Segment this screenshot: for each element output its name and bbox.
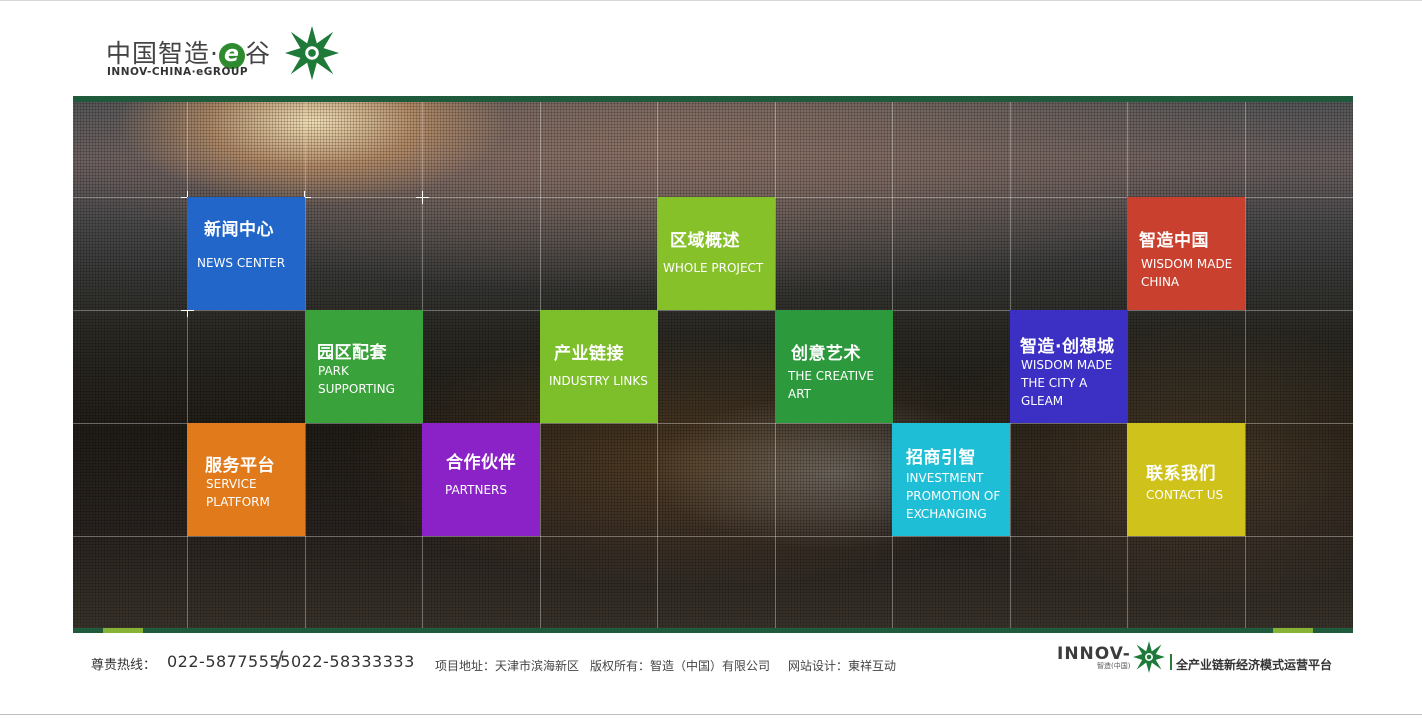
brand-subtext: 智造(中国) — [1097, 662, 1131, 670]
phone-number: 022-58333333 — [291, 652, 415, 671]
tile-en-label: THE CREATIVE ART — [788, 369, 874, 401]
tile-cn-label: 新闻中心 — [204, 220, 274, 240]
tile-cn-label: 智造·创想城 — [1020, 337, 1115, 357]
grid-line — [1245, 102, 1246, 628]
tile-partners[interactable]: 合作伙伴 PARTNERS — [422, 423, 540, 536]
logo-en-text: INNOV-CHINA·eGROUP — [107, 66, 249, 78]
tile-cn-label: 园区配套 — [317, 343, 387, 363]
hotline-label: 尊贵热线： — [91, 658, 157, 673]
tile-cn-label: 产业链接 — [554, 344, 624, 364]
green-star-icon — [1133, 641, 1165, 673]
tile-cn-label: 创意艺术 — [791, 344, 861, 364]
tile-en-label: INVESTMENT PROMOTION OF EXCHANGING — [906, 471, 1001, 521]
tile-en-label: PARTNERS — [445, 483, 507, 497]
grid-line — [187, 102, 188, 628]
tile-en-label: WHOLE PROJECT — [663, 261, 764, 275]
brand-divider — [1170, 654, 1172, 670]
tile-en-label: CONTACT US — [1146, 488, 1224, 502]
tile-invest[interactable]: 招商引智 INVESTMENT PROMOTION OF EXCHANGING — [892, 423, 1010, 536]
tile-wisdom-china[interactable]: 智造中国 WISDOM MADE CHINA — [1127, 197, 1245, 310]
tile-creative[interactable]: 创意艺术 THE CREATIVE ART — [775, 310, 893, 423]
logo-cn-suffix: 谷 — [244, 39, 271, 68]
hero-banner: 新闻中心 NEWS CENTER 园区配套 PARK SUPPORTING 服务… — [73, 102, 1353, 628]
tile-wisdom-city[interactable]: 智造·创想城 WISDOM MADE THE CITY A GLEAM — [1010, 310, 1128, 423]
footer-design-link[interactable]: 网站设计：東祥互动 — [788, 657, 896, 674]
tile-en-label: WISDOM MADE THE CITY A GLEAM — [1021, 358, 1113, 408]
bottom-rule — [0, 714, 1422, 715]
tile-industry[interactable]: 产业链接 INDUSTRY LINKS — [540, 310, 658, 423]
logo-cn-main: 中国智造· — [106, 39, 219, 68]
footer-address: 项目地址：天津市滨海新区 — [435, 659, 580, 673]
grid-line — [73, 310, 1353, 311]
top-rule — [0, 0, 1422, 1]
tile-contact[interactable]: 联系我们 CONTACT US — [1127, 423, 1245, 536]
tile-cn-label: 区域概述 — [670, 231, 740, 251]
brand-tagline: 全产业链新经济模式运营平台 — [1176, 658, 1333, 672]
tile-cn-label: 招商引智 — [906, 448, 976, 468]
banner-accent — [103, 628, 143, 633]
plus-marker — [416, 191, 429, 204]
tile-cn-label: 智造中国 — [1139, 231, 1209, 251]
tile-cn-label: 服务平台 — [205, 456, 275, 476]
phone-number: 022-58775555 — [167, 652, 291, 671]
tile-en-label: SERVICE PLATFORM — [206, 477, 270, 509]
banner-dot-overlay — [73, 102, 1353, 628]
tile-en-label: INDUSTRY LINKS — [549, 374, 648, 388]
tile-service[interactable]: 服务平台 SERVICE PLATFORM — [187, 423, 305, 536]
footer-copyright: 版权所有：智造（中国）有限公司 — [590, 659, 771, 673]
phone-separator: / — [276, 648, 284, 673]
green-star-icon — [284, 25, 340, 81]
tile-en-label: WISDOM MADE CHINA — [1141, 257, 1233, 289]
banner-bottom-bar — [73, 628, 1353, 633]
logo-cn-text: 中国智造· e 谷 — [106, 34, 271, 70]
tile-cn-label: 联系我们 — [1146, 464, 1216, 484]
tile-en-label: NEWS CENTER — [197, 256, 286, 270]
footer-brand[interactable]: INNOV- 智造(中国) 全产业链新经济模式运营平台 — [1057, 640, 1347, 676]
tile-en-label: PARK SUPPORTING — [318, 364, 395, 396]
site-logo[interactable]: 中国智造· e 谷 INNOV-CHINA·eGROUP — [106, 24, 346, 84]
tile-news[interactable]: 新闻中心 NEWS CENTER — [187, 197, 305, 310]
grid-line — [73, 536, 1353, 537]
tile-region[interactable]: 区域概述 WHOLE PROJECT — [657, 197, 775, 310]
tile-park[interactable]: 园区配套 PARK SUPPORTING — [305, 310, 423, 423]
banner-accent — [1273, 628, 1313, 633]
tile-cn-label: 合作伙伴 — [446, 453, 516, 473]
